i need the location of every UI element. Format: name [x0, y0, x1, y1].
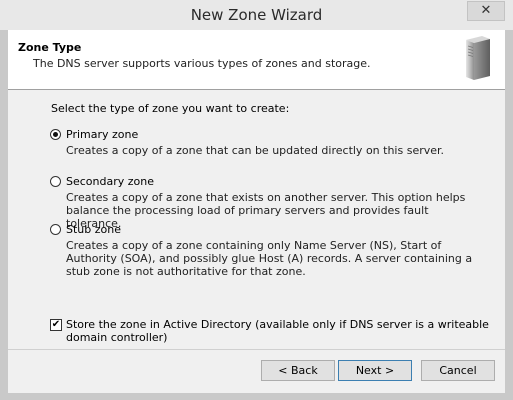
back-button[interactable]: < Back — [261, 360, 335, 381]
wizard-header: Zone Type The DNS server supports variou… — [8, 30, 505, 90]
page-subtitle: The DNS server supports various types of… — [33, 57, 371, 70]
radio-stub-zone[interactable] — [50, 224, 61, 235]
wizard-window: New Zone Wizard ✕ Zone Type The DNS serv… — [0, 0, 513, 400]
close-button[interactable]: ✕ — [467, 1, 505, 21]
radio-secondary-zone[interactable] — [50, 176, 61, 187]
page-title: Zone Type — [18, 41, 82, 54]
server-icon — [466, 36, 490, 80]
store-in-ad-label[interactable]: Store the zone in Active Directory (avai… — [66, 318, 506, 344]
window-title: New Zone Wizard — [190, 6, 323, 24]
wizard-footer: < Back Next > Cancel — [8, 349, 505, 393]
wizard-body: Select the type of zone you want to crea… — [8, 90, 505, 349]
option-description: Creates a copy of a zone that can be upd… — [66, 144, 445, 157]
option-description: Creates a copy of a zone containing only… — [66, 239, 473, 278]
close-icon: ✕ — [480, 3, 492, 18]
option-label[interactable]: Stub zone — [66, 223, 121, 236]
title-bar[interactable]: New Zone Wizard ✕ — [0, 0, 513, 30]
option-label[interactable]: Secondary zone — [66, 175, 154, 188]
checkmark-icon: ✔ — [51, 319, 61, 330]
store-in-ad-checkbox[interactable]: ✔ — [50, 319, 62, 331]
next-button[interactable]: Next > — [338, 360, 412, 381]
zone-type-prompt: Select the type of zone you want to crea… — [51, 102, 290, 115]
option-description: Creates a copy of a zone that exists on … — [66, 191, 466, 230]
radio-primary-zone[interactable] — [50, 129, 61, 140]
cancel-button[interactable]: Cancel — [421, 360, 495, 381]
wizard-client: Zone Type The DNS server supports variou… — [8, 30, 505, 393]
option-label[interactable]: Primary zone — [66, 128, 138, 141]
